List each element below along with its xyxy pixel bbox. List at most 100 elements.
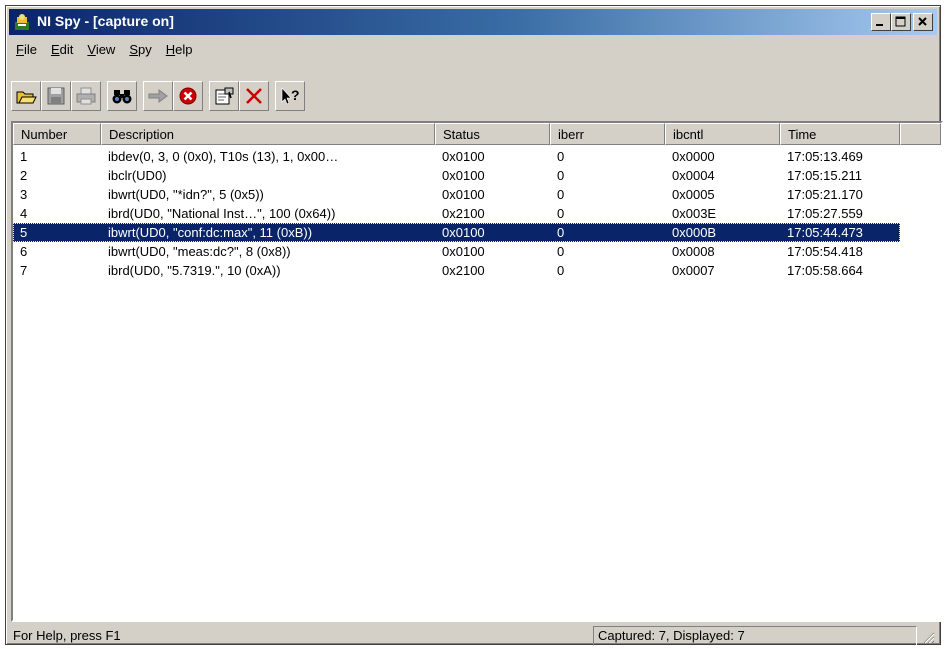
cell-iberr: 0 xyxy=(557,206,565,221)
properties-icon xyxy=(215,87,234,105)
menu-view-label: View xyxy=(87,42,116,57)
cell-ibcntl: 0x0005 xyxy=(672,187,715,202)
open-folder-icon xyxy=(16,91,37,104)
table-row[interactable]: 1 ibdev(0, 3, 0 (0x0), T10s (13), 1, 0x0… xyxy=(13,147,941,166)
cell-number: 1 xyxy=(20,149,28,164)
cell-time: 17:05:58.664 xyxy=(787,263,863,278)
cell-number: 2 xyxy=(20,168,28,183)
cell-number: 3 xyxy=(20,187,28,202)
cell-number: 5 xyxy=(20,225,28,240)
ni-spy-window: NI Spy - [capture on] File Edit View Spy… xyxy=(5,5,943,646)
context-help-button[interactable]: ? xyxy=(275,81,305,111)
cell-iberr: 0 xyxy=(557,225,565,240)
menu-spy-label: Spy xyxy=(129,42,152,57)
menu-edit[interactable]: Edit xyxy=(44,40,80,62)
cell-iberr: 0 xyxy=(557,187,565,202)
cell-description: ibwrt(UD0, "*idn?", 5 (0x5)) xyxy=(108,187,264,202)
maximize-button[interactable] xyxy=(891,13,911,31)
cell-iberr: 0 xyxy=(557,149,565,164)
cell-ibcntl: 0x0004 xyxy=(672,168,715,183)
cell-time: 17:05:21.170 xyxy=(787,187,863,202)
cell-description: ibrd(UD0, "5.7319.", 10 (0xA)) xyxy=(108,263,281,278)
print-icon xyxy=(76,87,96,105)
save-icon xyxy=(47,87,65,105)
cell-time: 17:05:44.473 xyxy=(787,225,863,240)
cell-status: 0x0100 xyxy=(442,225,485,240)
column-header-label: Time xyxy=(788,127,817,142)
minimize-icon xyxy=(876,24,883,26)
cell-description: ibclr(UD0) xyxy=(108,168,167,183)
start-capture-arrow-icon xyxy=(148,89,168,103)
cell-ibcntl: 0x000B xyxy=(672,225,717,240)
column-header-ibcntl[interactable]: ibcntl xyxy=(665,123,780,145)
column-header-label: Description xyxy=(109,127,175,142)
column-header-filler xyxy=(900,123,941,145)
close-icon xyxy=(918,17,927,26)
selection-highlight: 5 ibwrt(UD0, "conf:dc:max", 11 (0xB)) 0x… xyxy=(13,223,900,242)
column-header-label: Status xyxy=(443,127,480,142)
table-row[interactable]: 2 ibclr(UD0) 0x0100 0 0x0004 17:05:15.21… xyxy=(13,166,941,185)
cell-ibcntl: 0x0007 xyxy=(672,263,715,278)
resize-grip-icon[interactable] xyxy=(921,630,935,644)
find-button[interactable] xyxy=(107,81,137,111)
column-header-status[interactable]: Status xyxy=(435,123,550,145)
menu-file[interactable]: File xyxy=(9,40,44,62)
menu-spy[interactable]: Spy xyxy=(122,40,158,62)
status-capture-count: Captured: 7, Displayed: 7 xyxy=(593,626,917,646)
cell-ibcntl: 0x0008 xyxy=(672,244,715,259)
cell-status: 0x2100 xyxy=(442,206,485,221)
clear-delete-icon xyxy=(246,88,262,104)
save-button[interactable] xyxy=(41,81,71,111)
table-row[interactable]: 7 ibrd(UD0, "5.7319.", 10 (0xA)) 0x2100 … xyxy=(13,261,941,280)
close-button[interactable] xyxy=(913,13,933,31)
cell-iberr: 0 xyxy=(557,263,565,278)
clear-button[interactable] xyxy=(239,81,269,111)
menu-help-label: Help xyxy=(165,42,193,57)
window-title: NI Spy - [capture on] xyxy=(37,13,174,29)
cell-ibcntl: 0x0000 xyxy=(672,149,715,164)
column-header-time[interactable]: Time xyxy=(780,123,900,145)
start-capture-button[interactable] xyxy=(143,81,173,111)
column-header-number[interactable]: Number xyxy=(13,123,101,145)
find-binoculars-icon xyxy=(112,90,132,104)
column-header-iberr[interactable]: iberr xyxy=(550,123,665,145)
table-row[interactable]: 3 ibwrt(UD0, "*idn?", 5 (0x5)) 0x0100 0 … xyxy=(13,185,941,204)
cell-status: 0x0100 xyxy=(442,168,485,183)
cell-status: 0x0100 xyxy=(442,244,485,259)
cell-description: ibdev(0, 3, 0 (0x0), T10s (13), 1, 0x00… xyxy=(108,149,339,164)
cell-time: 17:05:54.418 xyxy=(787,244,863,259)
table-row[interactable]: 4 ibrd(UD0, "National Inst…", 100 (0x64)… xyxy=(13,204,941,223)
minimize-button[interactable] xyxy=(871,13,891,31)
status-bar: For Help, press F1 Captured: 7, Displaye… xyxy=(9,626,937,646)
stop-capture-button[interactable] xyxy=(173,81,203,111)
menu-view[interactable]: View xyxy=(80,40,122,62)
table-row-selected[interactable]: 5 ibwrt(UD0, "conf:dc:max", 11 (0xB)) 0x… xyxy=(13,223,941,242)
properties-button[interactable] xyxy=(209,81,239,111)
stop-capture-icon xyxy=(179,87,197,105)
menu-help[interactable]: Help xyxy=(159,40,200,62)
column-header-description[interactable]: Description xyxy=(101,123,435,145)
list-header: Number Description Status iberr ibcntl T… xyxy=(13,123,941,145)
cell-number: 7 xyxy=(20,263,28,278)
cell-description: ibrd(UD0, "National Inst…", 100 (0x64)) xyxy=(108,206,336,221)
cell-time: 17:05:27.559 xyxy=(787,206,863,221)
cell-number: 4 xyxy=(20,206,28,221)
title-bar[interactable]: NI Spy - [capture on] xyxy=(9,9,937,35)
capture-list[interactable]: Number Description Status iberr ibcntl T… xyxy=(11,121,943,622)
menu-bar: File Edit View Spy Help xyxy=(9,40,199,62)
cell-iberr: 0 xyxy=(557,244,565,259)
cell-status: 0x0100 xyxy=(442,187,485,202)
status-help-text: For Help, press F1 xyxy=(13,628,121,643)
menu-edit-label: Edit xyxy=(50,42,74,57)
table-row[interactable]: 6 ibwrt(UD0, "meas:dc?", 8 (0x8)) 0x0100… xyxy=(13,242,941,261)
context-help-icon: ? xyxy=(281,87,300,105)
cell-status: 0x2100 xyxy=(442,263,485,278)
cell-ibcntl: 0x003E xyxy=(672,206,717,221)
column-header-label: iberr xyxy=(558,127,585,142)
column-header-label: Number xyxy=(21,127,68,142)
open-button[interactable] xyxy=(11,81,41,111)
cell-number: 6 xyxy=(20,244,28,259)
cell-time: 17:05:13.469 xyxy=(787,149,863,164)
print-button[interactable] xyxy=(71,81,101,111)
svg-text:?: ? xyxy=(291,87,300,103)
